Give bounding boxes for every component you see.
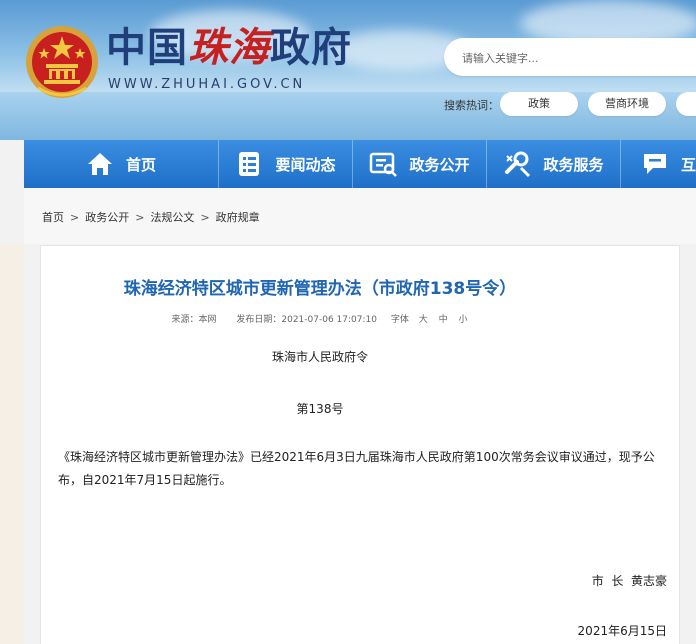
article-panel — [40, 245, 680, 644]
signature: 市 长 黄志豪 — [591, 574, 667, 588]
source-label: 来源： — [171, 315, 199, 325]
nav-label: 政务服务 — [543, 155, 604, 174]
site-logo-text[interactable]: 中国珠海政府 — [106, 24, 352, 72]
font-size-large[interactable]: 大 — [419, 315, 428, 325]
source-value: 本网 — [198, 315, 217, 325]
home-icon — [87, 153, 112, 175]
breadcrumb-bar: 首页 > 政务公开 > 法规公文 > 政府规章 — [24, 188, 696, 244]
hot-words-label: 搜索热词： — [444, 99, 499, 112]
article-body: 《珠海经济特区城市更新管理办法》已经2021年6月3日九届珠海市人民政府第100… — [58, 450, 655, 487]
disclosure-icon — [370, 152, 398, 177]
nav-item-home[interactable]: 首页 — [24, 140, 219, 188]
left-decoration — [0, 244, 24, 644]
nav-label: 要闻动态 — [275, 155, 336, 174]
font-size-small[interactable]: 小 — [459, 315, 468, 325]
hot-tag-business-environment[interactable]: 营商环境 — [588, 92, 666, 116]
national-emblem-icon — [26, 26, 98, 98]
site-name-part3: 政府 — [270, 24, 352, 71]
service-icon — [505, 151, 531, 178]
breadcrumb-separator: > — [200, 211, 210, 224]
nav-item-disclosure[interactable]: 政务公开 — [353, 140, 487, 188]
nav-item-interaction[interactable]: 互 — [621, 140, 696, 188]
date-value: 2021-07-06 17:07:10 — [281, 315, 377, 325]
site-name-part1: 中国 — [106, 24, 188, 71]
article-title: 珠海经济特区城市更新管理办法（市政府138号令） — [123, 279, 517, 299]
chat-icon — [643, 154, 666, 174]
nav-item-news[interactable]: 要闻动态 — [219, 140, 353, 188]
breadcrumb-separator: > — [70, 211, 80, 224]
breadcrumb-home[interactable]: 首页 — [42, 211, 64, 224]
news-icon — [239, 152, 260, 176]
breadcrumb-regulations[interactable]: 法规公文 — [150, 211, 194, 224]
site-domain: WWW.ZHUHAI.GOV.CN — [108, 77, 306, 92]
hot-tag-policy[interactable]: 政策 — [500, 92, 578, 116]
main-nav: 首页 要闻动态 政务公开 政务服务 互 — [24, 140, 696, 188]
font-size-medium[interactable]: 中 — [439, 315, 448, 325]
header-banner: 中国珠海政府 WWW.ZHUHAI.GOV.CN 搜索热词： 政策 营商环境 — [0, 0, 696, 140]
breadcrumb-disclosure[interactable]: 政务公开 — [85, 211, 129, 224]
site-name-part2: 珠海 — [188, 24, 270, 71]
issuer: 珠海市人民政府令 — [271, 350, 368, 364]
nav-label: 互 — [680, 155, 696, 174]
search-input[interactable] — [444, 38, 684, 78]
search-box — [444, 38, 696, 78]
breadcrumb-gov-rules[interactable]: 政府规章 — [216, 211, 260, 224]
font-size-label: 字体 — [390, 315, 409, 325]
breadcrumb: 首页 > 政务公开 > 法规公文 > 政府规章 — [42, 209, 260, 225]
article-meta: 来源：本网 发布日期：2021-07-06 17:07:10 字体 大 中 小 — [0, 312, 640, 325]
order-number: 第138号 — [296, 402, 344, 416]
sign-date: 2021年6月15日 — [577, 624, 667, 638]
hot-tag-more[interactable] — [676, 92, 696, 116]
nav-label: 政务公开 — [409, 155, 470, 174]
date-label: 发布日期： — [236, 315, 282, 325]
breadcrumb-separator: > — [135, 211, 145, 224]
nav-label: 首页 — [125, 155, 156, 174]
nav-item-service[interactable]: 政务服务 — [487, 140, 621, 188]
